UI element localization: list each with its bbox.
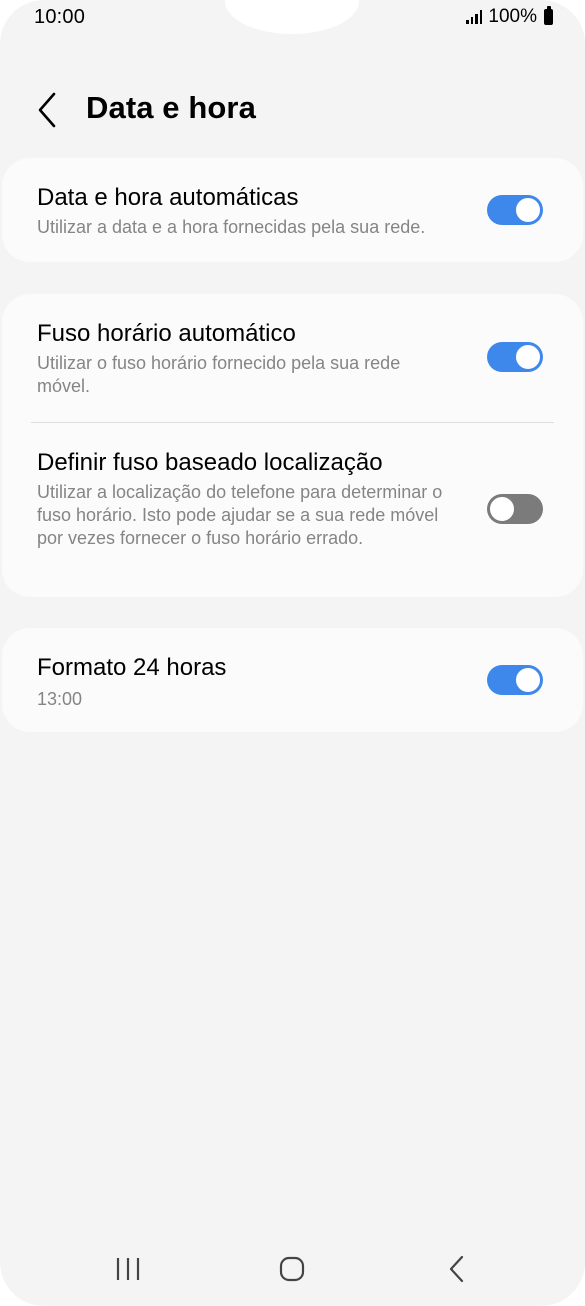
back-icon: [449, 1255, 464, 1283]
toggle-knob: [514, 343, 542, 371]
recent-apps-button[interactable]: [112, 1254, 144, 1289]
home-icon: [279, 1256, 305, 1282]
chevron-left-icon: [38, 92, 56, 128]
recent-apps-icon: [116, 1258, 140, 1280]
setting-subtitle: Utilizar o fuso horário fornecido pela s…: [37, 353, 401, 396]
toggle-knob: [514, 666, 542, 694]
back-button[interactable]: [30, 88, 70, 132]
setting-subtitle: 13:00: [37, 689, 83, 709]
setting-location-timezone[interactable]: Definir fuso baseado localização Utiliza…: [2, 398, 583, 550]
signal-icon: [466, 10, 483, 24]
settings-card-format: Formato 24 horas 13:00: [2, 628, 583, 732]
app-header: Data e hora: [0, 80, 585, 140]
setting-subtitle: Utilizar a localização do telefone para …: [37, 482, 443, 548]
battery-percent: 100%: [488, 6, 537, 27]
setting-title: Formato 24 horas: [37, 654, 227, 681]
status-indicators: 100%: [466, 6, 553, 28]
auto-datetime-toggle[interactable]: [487, 195, 543, 225]
setting-title: Data e hora automáticas: [37, 184, 299, 211]
toggle-knob: [514, 196, 542, 224]
navigation-bar: [0, 1240, 585, 1300]
nav-back-button[interactable]: [444, 1254, 470, 1289]
setting-title: Definir fuso baseado localização: [37, 449, 383, 476]
location-timezone-toggle[interactable]: [487, 494, 543, 524]
setting-title: Fuso horário automático: [37, 320, 296, 347]
auto-timezone-toggle[interactable]: [487, 342, 543, 372]
toggle-knob: [488, 495, 516, 523]
battery-icon: [544, 6, 553, 25]
page-title: Data e hora: [86, 90, 256, 125]
phone-screen: 10:00 100% Data e hora Data e hora autom…: [0, 0, 585, 1306]
status-time: 10:00: [34, 6, 86, 28]
setting-subtitle: Utilizar a data e a hora fornecidas pela…: [37, 217, 426, 237]
home-button[interactable]: [277, 1254, 307, 1289]
camera-notch: [225, 0, 359, 34]
format-24h-toggle[interactable]: [487, 665, 543, 695]
settings-card-timezone: Fuso horário automático Utilizar o fuso …: [2, 294, 583, 597]
settings-card-datetime: Data e hora automáticas Utilizar a data …: [2, 158, 583, 262]
